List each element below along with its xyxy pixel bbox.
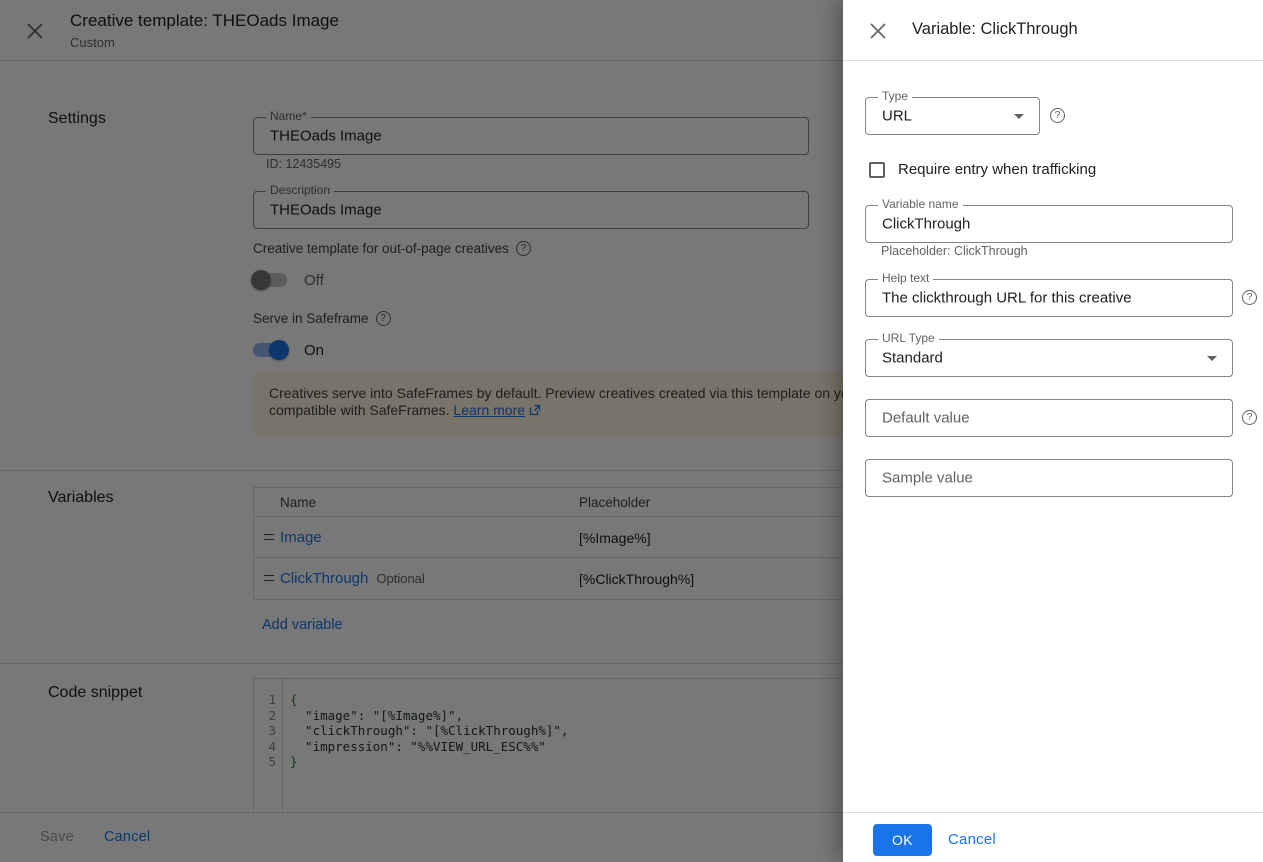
require-entry-label: Require entry when trafficking [898, 161, 1096, 178]
panel-action-bar: OK Cancel [843, 812, 1263, 862]
chevron-down-icon [1014, 114, 1024, 119]
sample-value-placeholder: Sample value [882, 470, 973, 487]
default-value-placeholder: Default value [882, 410, 970, 427]
type-select-value: URL [882, 108, 912, 125]
url-type-label: URL Type [878, 331, 939, 345]
variable-edit-panel: Variable: ClickThrough Type URL Require … [843, 0, 1263, 862]
type-select-label: Type [878, 89, 912, 103]
variable-name-field[interactable]: Variable name ClickThrough [865, 205, 1233, 243]
url-type-select[interactable]: URL Type Standard [865, 339, 1233, 377]
default-value-field[interactable]: Default value [865, 399, 1233, 437]
help-text-field[interactable]: Help text The clickthrough URL for this … [865, 279, 1233, 317]
help-icon[interactable] [1050, 108, 1065, 123]
placeholder-helper: Placeholder: ClickThrough [881, 244, 1028, 258]
sample-value-field[interactable]: Sample value [865, 459, 1233, 497]
panel-title: Variable: ClickThrough [912, 20, 1078, 39]
require-entry-checkbox[interactable] [869, 162, 885, 178]
help-text-label: Help text [878, 271, 933, 285]
help-icon[interactable] [1242, 410, 1257, 425]
ok-button[interactable]: OK [873, 824, 932, 856]
help-text-value: The clickthrough URL for this creative [882, 290, 1132, 307]
close-icon[interactable] [869, 22, 887, 40]
cancel-button[interactable]: Cancel [948, 831, 996, 848]
variable-name-value: ClickThrough [882, 216, 970, 233]
type-select[interactable]: Type URL [865, 97, 1040, 135]
screen: Creative template: THEOads Image Custom … [0, 0, 1263, 862]
require-entry-row: Require entry when trafficking [869, 161, 1096, 178]
help-icon[interactable] [1242, 290, 1257, 305]
panel-header: Variable: ClickThrough [843, 0, 1263, 61]
url-type-value: Standard [882, 350, 943, 367]
chevron-down-icon [1207, 356, 1217, 361]
variable-name-label: Variable name [878, 197, 963, 211]
